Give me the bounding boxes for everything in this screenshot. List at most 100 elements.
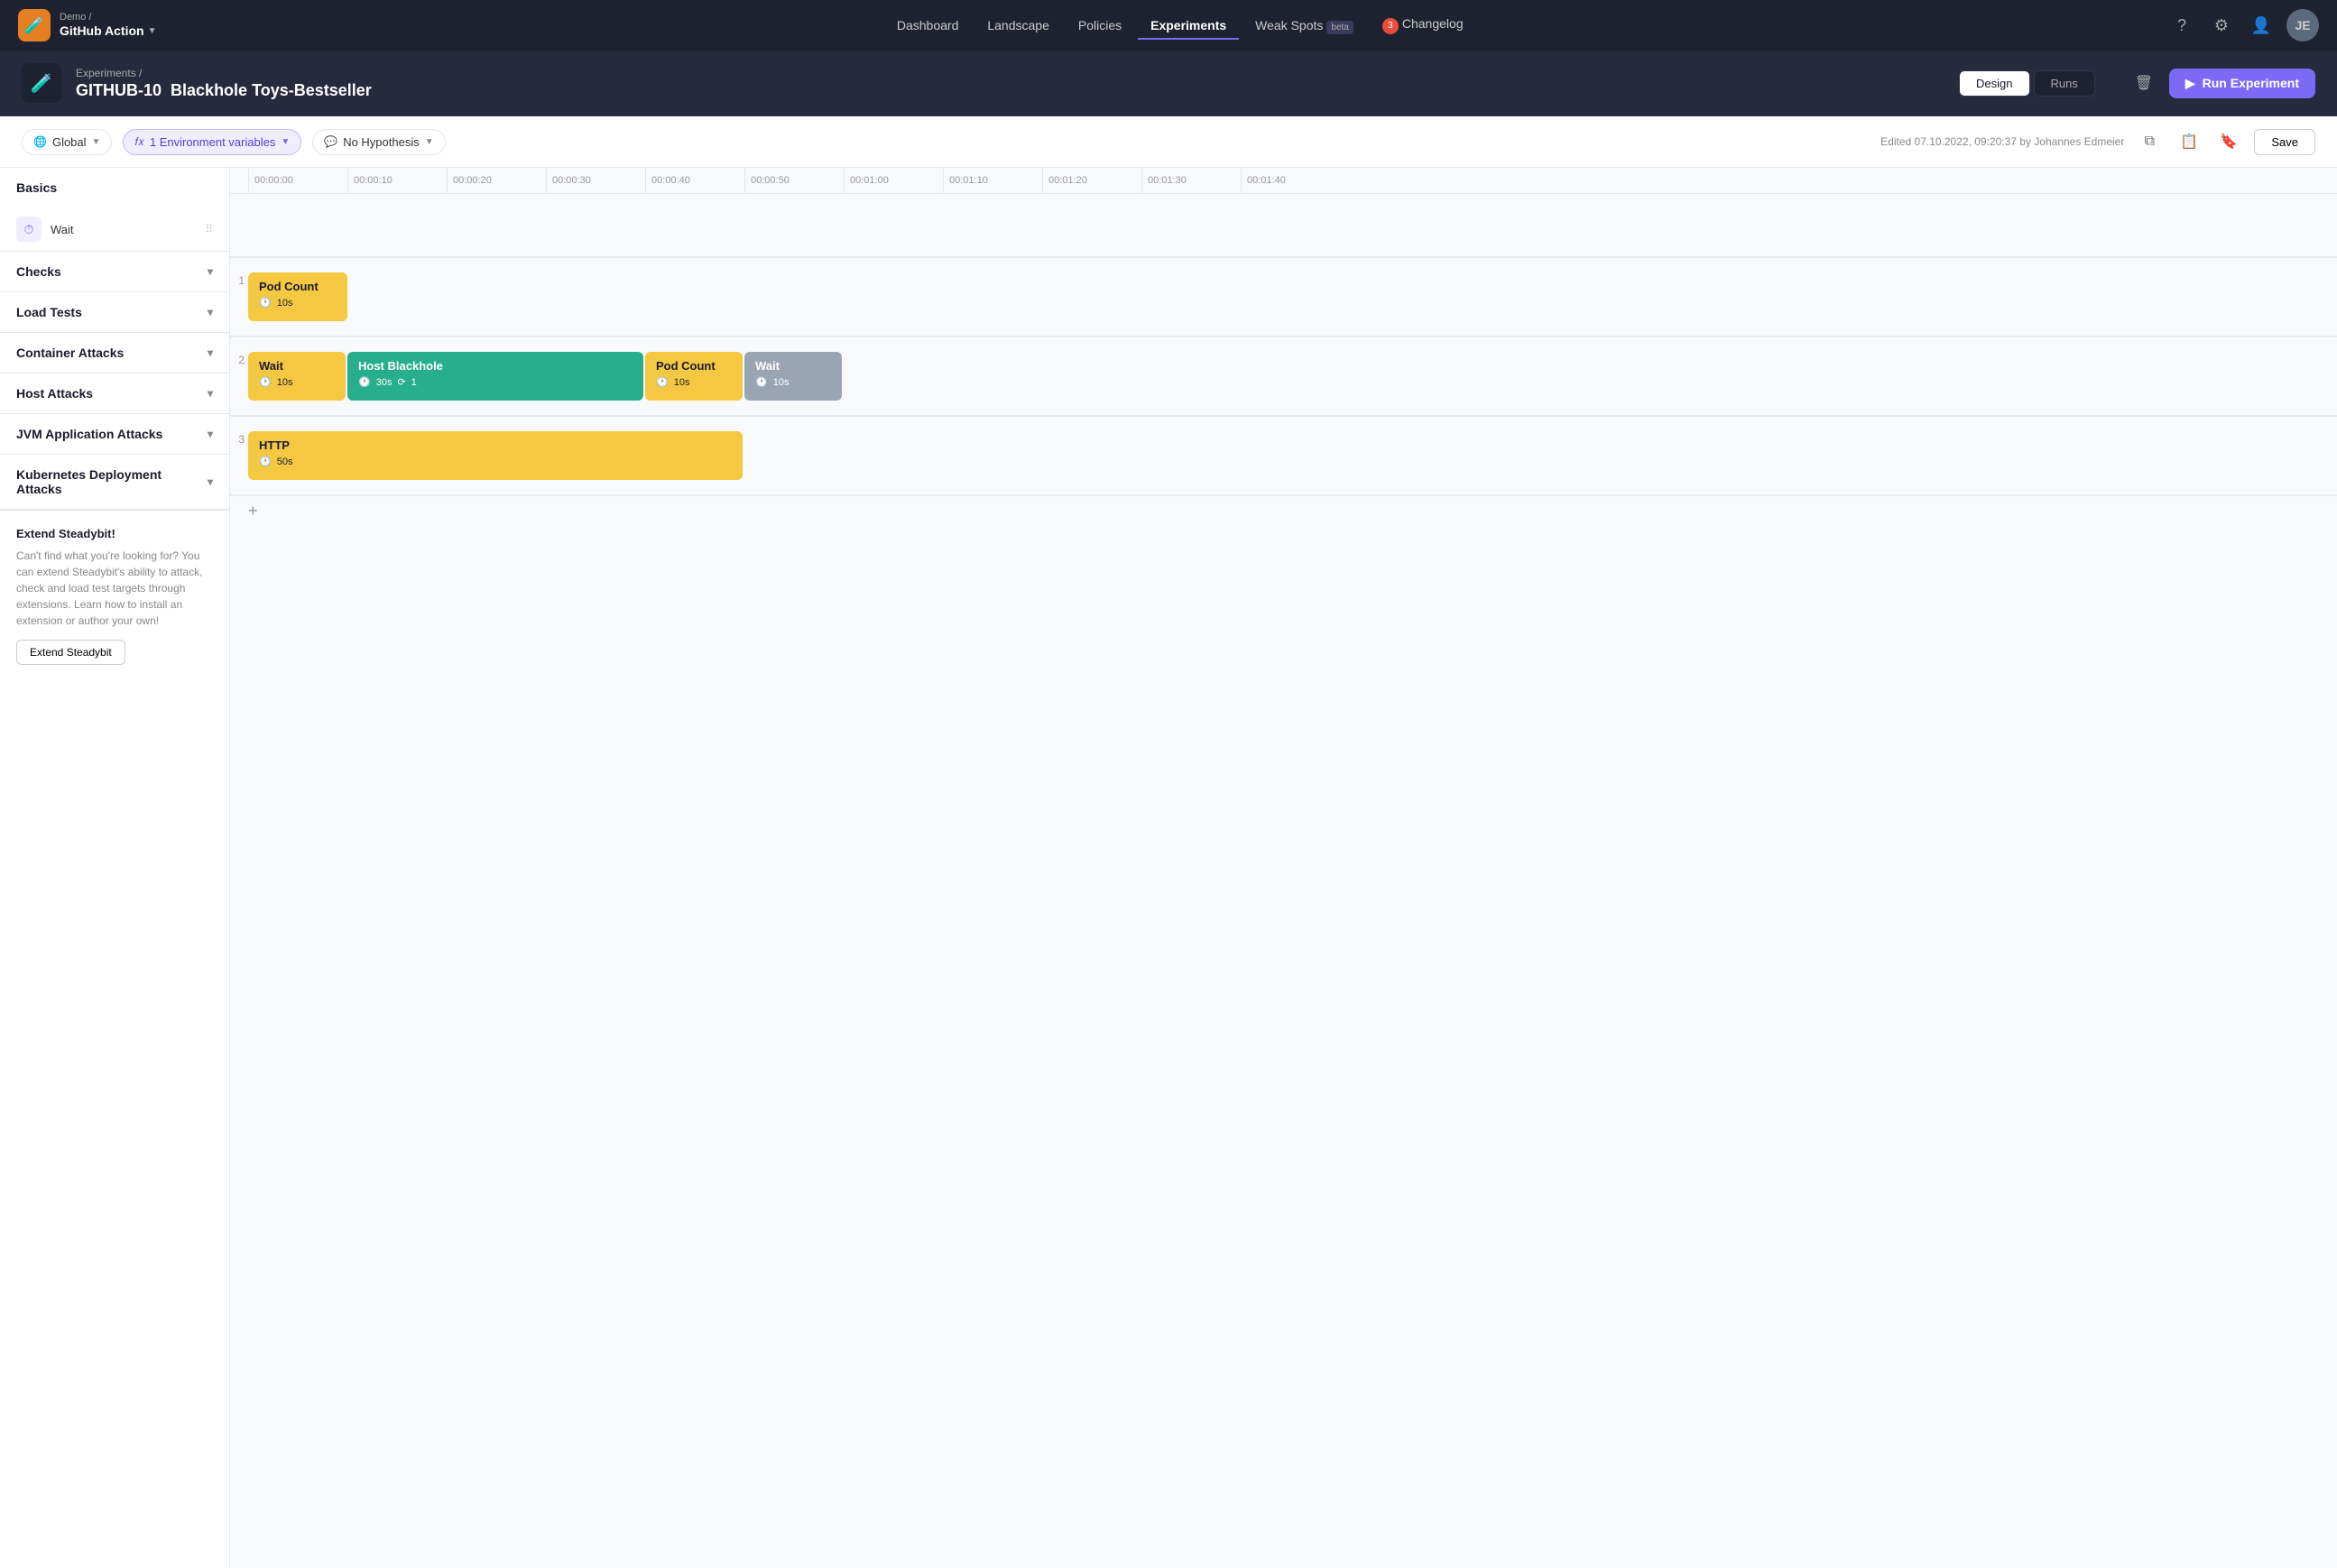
- experiment-info: Experiments / GITHUB-10 Blackhole Toys-B…: [76, 67, 372, 100]
- host-blackhole-meta: 🕐 30s ⟳ 1: [358, 376, 633, 388]
- row-content-3: HTTP 🕐 50s: [248, 424, 2337, 487]
- global-icon: 🌐: [33, 135, 47, 148]
- block-host-blackhole[interactable]: Host Blackhole 🕐 30s ⟳ 1: [347, 352, 643, 401]
- pc2-meta-icon: 🕐: [656, 376, 669, 388]
- nav-links: Dashboard Landscape Policies Experiments…: [192, 9, 2167, 42]
- sidebar-header-load-tests[interactable]: Load Tests ▾: [0, 292, 229, 332]
- sidebar-header-jvm-attacks[interactable]: JVM Application Attacks ▾: [0, 414, 229, 454]
- wait-2-meta-time: 10s: [277, 377, 293, 388]
- jvm-attacks-chevron: ▾: [208, 428, 213, 440]
- sidebar-section-k8s-attacks: Kubernetes Deployment Attacks ▾: [0, 455, 229, 510]
- drag-handle[interactable]: ⠿: [205, 223, 213, 235]
- hypothesis-label: No Hypothesis: [343, 135, 420, 149]
- edit-button[interactable]: 📋: [2175, 127, 2203, 156]
- tick-4: 00:00:40: [645, 168, 744, 193]
- pod-count-1-meta: 🕐 10s: [259, 297, 337, 309]
- experiment-actions: 🗑 ▶ Run Experiment: [2128, 67, 2315, 99]
- brand[interactable]: 🧪 Demo / GitHub Action ▼: [18, 9, 156, 42]
- sidebar-header-host-attacks[interactable]: Host Attacks ▾: [0, 374, 229, 413]
- tab-design[interactable]: Design: [1959, 70, 2029, 97]
- sidebar-section-checks: Checks ▾: [0, 252, 229, 292]
- nav-changelog[interactable]: 3Changelog: [1370, 9, 1476, 42]
- w2b-meta-icon: 🕐: [755, 376, 768, 388]
- block-wait-2b[interactable]: Wait 🕐 10s: [744, 352, 842, 401]
- help-icon[interactable]: ?: [2167, 11, 2196, 40]
- experiment-tabs: Design Runs: [1959, 70, 2095, 97]
- settings-icon[interactable]: ⚙: [2207, 11, 2236, 40]
- checks-chevron: ▾: [208, 265, 213, 278]
- env-pill[interactable]: 𝑓𝑥 1 Environment variables ▼: [123, 129, 301, 155]
- block-wait-2[interactable]: Wait 🕐 10s: [248, 352, 346, 401]
- run-experiment-button[interactable]: ▶ Run Experiment: [2169, 69, 2315, 98]
- global-label: Global: [52, 135, 87, 149]
- save-button[interactable]: Save: [2254, 129, 2315, 155]
- env-icon: 𝑓𝑥: [134, 135, 143, 149]
- tick-1: 00:00:10: [347, 168, 447, 193]
- changelog-count: 3: [1382, 18, 1399, 34]
- user-icon[interactable]: 👤: [2247, 11, 2276, 40]
- delete-button[interactable]: 🗑: [2128, 67, 2160, 99]
- org-label: GitHub Action ▼: [60, 23, 156, 39]
- hypothesis-icon: 💬: [324, 135, 337, 148]
- block-pod-count-1[interactable]: Pod Count 🕐 10s: [248, 272, 347, 321]
- tick-0: 00:00:00: [248, 168, 347, 193]
- hb-meta-icon: 🕐: [358, 376, 371, 388]
- wait-2-meta: 🕐 10s: [259, 376, 335, 388]
- tick-8: 00:01:20: [1042, 168, 1141, 193]
- top-nav-right: ? ⚙ 👤 JE: [2167, 9, 2319, 42]
- hypothesis-chevron: ▼: [425, 137, 434, 147]
- wait-2b-meta: 🕐 10s: [755, 376, 831, 388]
- timeline-row-0: [230, 203, 2337, 257]
- sidebar-item-wait[interactable]: ⏱ Wait ⠿: [0, 208, 229, 251]
- nav-dashboard[interactable]: Dashboard: [884, 11, 972, 40]
- wait-2-title: Wait: [259, 359, 335, 373]
- tick-6: 00:01:00: [844, 168, 943, 193]
- tick-3: 00:00:30: [546, 168, 645, 193]
- block-pod-count-2[interactable]: Pod Count 🕐 10s: [645, 352, 743, 401]
- sidebar-header-checks[interactable]: Checks ▾: [0, 252, 229, 291]
- checks-label: Checks: [16, 264, 61, 279]
- breadcrumb: Experiments /: [76, 67, 372, 79]
- copy-button[interactable]: ⧉: [2135, 127, 2164, 156]
- sidebar-header-k8s-attacks[interactable]: Kubernetes Deployment Attacks ▾: [0, 455, 229, 509]
- hb-meta2: 1: [411, 377, 417, 388]
- row-content-1: Pod Count 🕐 10s: [248, 265, 2337, 328]
- pod-count-2-title: Pod Count: [656, 359, 732, 373]
- nav-landscape[interactable]: Landscape: [975, 11, 1062, 40]
- timeline-row-2: 2 Wait 🕐 10s Host Blackhole 🕐 30s: [230, 337, 2337, 416]
- demo-label: Demo /: [60, 12, 156, 23]
- add-row-button[interactable]: +: [230, 495, 2337, 526]
- pod-count-1-meta-time: 10s: [277, 298, 293, 309]
- row-label-0: [230, 210, 248, 219]
- extend-button[interactable]: Extend Steadybit: [16, 640, 125, 665]
- nav-weak-spots[interactable]: Weak Spotsbeta: [1242, 11, 1366, 40]
- tick-9: 00:01:30: [1141, 168, 1241, 193]
- k8s-attacks-chevron: ▾: [208, 475, 213, 488]
- bookmark-button[interactable]: 🔖: [2214, 127, 2243, 156]
- block-http[interactable]: HTTP 🕐 50s: [248, 431, 743, 480]
- hypothesis-pill[interactable]: 💬 No Hypothesis ▼: [312, 129, 445, 155]
- pod-count-1-title: Pod Count: [259, 280, 337, 293]
- container-attacks-chevron: ▾: [208, 346, 213, 359]
- container-attacks-label: Container Attacks: [16, 346, 124, 360]
- extend-box: Extend Steadybit! Can't find what you're…: [0, 510, 229, 681]
- jvm-attacks-label: JVM Application Attacks: [16, 427, 162, 441]
- experiment-icon: 🧪: [22, 63, 61, 103]
- global-pill[interactable]: 🌐 Global ▼: [22, 129, 112, 155]
- tab-runs[interactable]: Runs: [2034, 70, 2095, 97]
- wait-icon: ⏱: [16, 217, 42, 242]
- run-icon: ▶: [2185, 76, 2195, 91]
- avatar[interactable]: JE: [2286, 9, 2319, 42]
- global-chevron: ▼: [92, 137, 101, 147]
- sidebar-header-container-attacks[interactable]: Container Attacks ▾: [0, 333, 229, 373]
- pod-count-1-meta-icon: 🕐: [259, 297, 272, 309]
- host-blackhole-title: Host Blackhole: [358, 359, 633, 373]
- load-tests-chevron: ▾: [208, 306, 213, 318]
- timeline-rows: 1 Pod Count 🕐 10s 2 Wait: [230, 194, 2337, 535]
- host-attacks-chevron: ▾: [208, 387, 213, 400]
- pod-count-2-meta: 🕐 10s: [656, 376, 732, 388]
- sidebar-header-basics[interactable]: Basics: [0, 168, 229, 208]
- nav-policies[interactable]: Policies: [1066, 11, 1134, 40]
- nav-experiments[interactable]: Experiments: [1138, 11, 1239, 40]
- sidebar-section-load-tests: Load Tests ▾: [0, 292, 229, 333]
